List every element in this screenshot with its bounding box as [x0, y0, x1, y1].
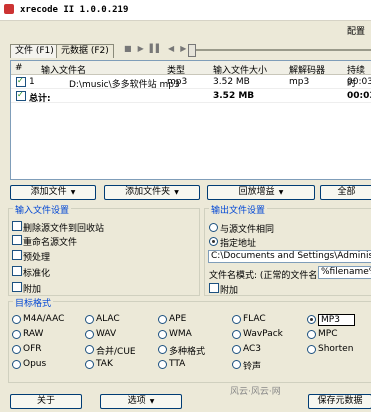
table-row[interactable]: 1 D:\music\多多软件站 mp3 mp3 3.52 MB mp3 00:… — [11, 75, 371, 90]
format-label: M4A/AAC — [23, 314, 65, 324]
format-label: MP3 — [318, 314, 355, 326]
col-num: # — [15, 63, 23, 73]
format-radio-opus[interactable] — [12, 360, 21, 369]
seek-slider[interactable] — [188, 49, 371, 51]
format-label: RAW — [23, 329, 44, 339]
format-label: OFR — [23, 344, 42, 354]
cell: 1 — [29, 77, 35, 87]
save-metadata-button[interactable]: 保存元数据 — [308, 394, 371, 409]
format-radio-tak[interactable] — [85, 360, 94, 369]
prev-icon[interactable]: ◀ — [168, 44, 174, 56]
append-checkbox[interactable] — [12, 282, 22, 292]
format-label: 铃声 — [243, 362, 262, 372]
app-icon — [4, 4, 14, 14]
label: 重命名源文件 — [23, 238, 78, 248]
label: 删除源文件到回收站 — [23, 224, 105, 234]
config-button[interactable]: 配置 — [347, 24, 365, 37]
format-radio-ac3[interactable] — [232, 345, 241, 354]
label: 指定地址 — [220, 239, 257, 249]
cell: mp3 — [289, 77, 310, 87]
format-label: 多种格式 — [169, 347, 206, 357]
file-grid[interactable]: # 输入文件名 类型 输入文件大小 解解码器 持续时 1 D:\music\多多… — [10, 60, 371, 180]
output-path-field[interactable]: C:\Documents and Settings\Administrator\ — [208, 250, 371, 263]
group-title: 目标格式 — [13, 296, 54, 309]
delete-source-checkbox[interactable] — [12, 221, 22, 231]
label: 附加 — [220, 286, 239, 296]
format-label: MPC — [318, 329, 338, 339]
format-radio-shorten[interactable] — [307, 345, 316, 354]
format-radio-mp3[interactable] — [307, 315, 316, 324]
watermark: 风云·风云·网 — [230, 387, 281, 397]
seek-slider-knob[interactable] — [188, 44, 196, 57]
total-checkbox[interactable] — [16, 90, 26, 101]
group-title: 输出文件设置 — [209, 203, 268, 216]
format-radio-wav[interactable] — [85, 330, 94, 339]
format-radio-wma[interactable] — [158, 330, 167, 339]
format-label: Opus — [23, 359, 47, 369]
tab-file[interactable]: 文件 (F1) — [10, 44, 59, 58]
format-radio--[interactable] — [158, 345, 167, 354]
format-radio--cue[interactable] — [85, 345, 94, 354]
format-label: TAK — [96, 359, 113, 369]
row-checkbox[interactable] — [16, 76, 26, 87]
preprocess-checkbox[interactable] — [12, 250, 22, 260]
label: 附加 — [23, 285, 42, 295]
title-bar: xrecode II 1.0.0.219 — [0, 0, 371, 21]
cell: 总计: — [29, 94, 51, 104]
add-folder-button[interactable]: 添加文件夹 — [104, 185, 200, 200]
all-button[interactable]: 全部 — [320, 185, 371, 200]
label: 预处理 — [23, 253, 51, 263]
output-append-checkbox[interactable] — [209, 283, 219, 293]
format-label: WMA — [169, 329, 192, 339]
format-label: APE — [169, 314, 187, 324]
format-radio-flac[interactable] — [232, 315, 241, 324]
format-radio-wavpack[interactable] — [232, 330, 241, 339]
pause-icon[interactable]: ▌▌ — [150, 44, 162, 56]
format-radio-alac[interactable] — [85, 315, 94, 324]
options-button[interactable]: 选项 — [100, 394, 182, 409]
normalize-checkbox[interactable] — [12, 266, 22, 276]
format-radio-mpc[interactable] — [307, 330, 316, 339]
format-radio--[interactable] — [232, 360, 241, 369]
format-label: TTA — [169, 359, 186, 369]
label: 与源文件相同 — [220, 225, 275, 235]
format-label: 合并/CUE — [96, 347, 136, 357]
format-label: WavPack — [243, 329, 283, 339]
table-row: 总计: 3.52 MB 00:03 — [11, 89, 371, 104]
specified-path-radio[interactable] — [209, 237, 218, 246]
rename-source-checkbox[interactable] — [12, 235, 22, 245]
format-radio-m4a-aac[interactable] — [12, 315, 21, 324]
format-label: ALAC — [96, 314, 120, 324]
label: 标准化 — [23, 269, 51, 279]
format-label: Shorten — [318, 344, 354, 354]
cell: 00:03 — [347, 91, 371, 101]
add-file-button[interactable]: 添加文件 — [10, 185, 96, 200]
window-title: xrecode II 1.0.0.219 — [20, 5, 129, 15]
stop-icon[interactable]: ■ — [124, 44, 132, 56]
format-label: FLAC — [243, 314, 266, 324]
cell: 3.52 MB — [213, 77, 250, 87]
next-icon[interactable]: ▶ — [180, 44, 186, 56]
cell: 00:03 — [347, 77, 371, 87]
format-radio-tta[interactable] — [158, 360, 167, 369]
cell: 3.52 MB — [213, 91, 255, 101]
format-label: AC3 — [243, 344, 262, 354]
format-radio-ofr[interactable] — [12, 345, 21, 354]
replaygain-button[interactable]: 回放增益 — [207, 185, 315, 200]
format-label: WAV — [96, 329, 117, 339]
tab-metadata[interactable]: 元数据 (F2) — [56, 44, 114, 58]
about-button[interactable]: 关于 — [10, 394, 82, 409]
grid-header: # 输入文件名 类型 输入文件大小 解解码器 持续时 — [11, 61, 371, 89]
filename-mode-field[interactable]: %filename% — [318, 266, 371, 279]
same-as-source-radio[interactable] — [209, 223, 218, 232]
play-icon[interactable]: ▶ — [138, 44, 144, 56]
cell: mp3 — [167, 77, 188, 87]
format-radio-raw[interactable] — [12, 330, 21, 339]
label: 文件名模式: (正常的文件名) — [209, 271, 321, 281]
format-radio-ape[interactable] — [158, 315, 167, 324]
group-title: 输入文件设置 — [13, 203, 72, 216]
player-controls[interactable]: ■ ▶ ▌▌ ◀ ▶ — [124, 44, 186, 56]
